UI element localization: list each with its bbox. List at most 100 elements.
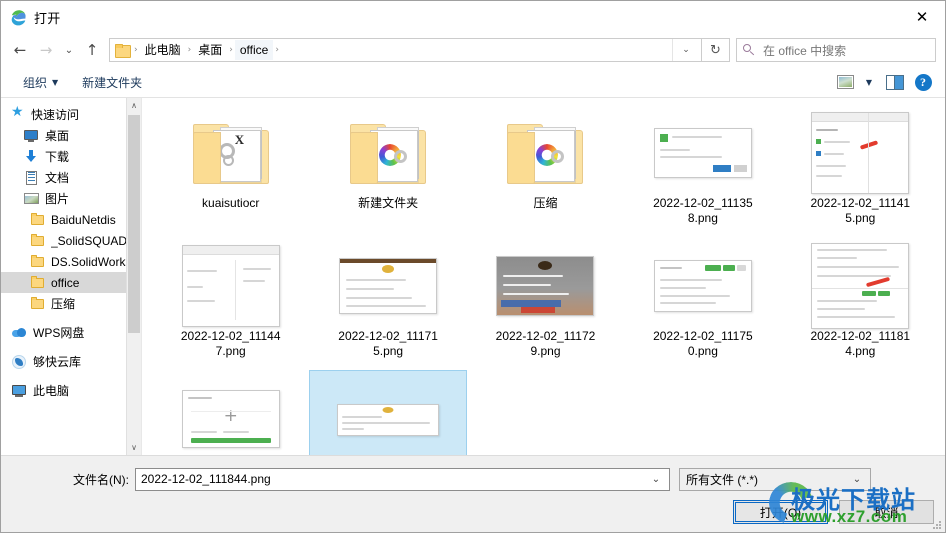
help-icon: ? [914,73,932,91]
file-grid: X kuaisutiocr 新建文件夹 压缩 2022-12-02_111358… [142,98,945,455]
window-title: 打开 [34,10,61,26]
filetype-select[interactable]: 所有文件 (*.*) ⌄ [679,467,871,491]
image-thumbnail [653,128,752,178]
file-name: 2022-12-02_111715.png [338,329,438,358]
sidebar-item-wps-cloud[interactable]: WPS网盘 [1,322,141,343]
folder-icon [29,254,46,270]
file-name: 2022-12-02_111729.png [495,329,596,358]
sidebar-item-quick-access[interactable]: 快速访问 [1,104,141,125]
filename-input[interactable]: 2022-12-02_111844.png ⌄ [135,467,670,491]
navigation-pane: 快速访问 桌面 下载 文档 [1,98,142,455]
download-icon [23,149,40,165]
sidebar-item-goukuai[interactable]: 够快云库 [1,351,141,372]
sidebar-item-ds-solidworks[interactable]: DS.SolidWorks [1,251,141,272]
file-item[interactable]: 2022-12-02_111750.png [624,237,781,370]
pictures-icon [23,191,40,207]
sidebar-item-solidsquad[interactable]: _SolidSQUAD_ [1,230,141,251]
sidebar-item-label: WPS网盘 [33,326,85,340]
new-folder-button[interactable]: 新建文件夹 [76,71,148,94]
image-thumbnail [339,258,438,314]
sidebar-scrollbar[interactable]: ∧ ∨ [126,98,141,455]
cancel-button[interactable]: 取消 [839,500,934,524]
file-item[interactable]: 2022-12-02_111729.png [467,237,624,370]
view-mode-dropdown[interactable]: ▼ [858,71,880,93]
chevron-down-icon[interactable]: ⌄ [645,469,667,490]
file-list-pane: X kuaisutiocr 新建文件夹 压缩 2022-12-02_111358… [142,98,945,455]
preview-pane-icon [886,74,904,90]
file-name: kuaisutiocr [202,196,260,210]
file-thumbnail [309,243,466,329]
file-name: 2022-12-02_111358.png [653,196,753,225]
sidebar-item-baidunetdisk[interactable]: BaiduNetdis [1,209,141,230]
filetype-value: 所有文件 (*.*) [686,472,759,487]
recent-locations-icon[interactable]: ⌄ [59,37,79,63]
file-item[interactable]: 新建文件夹 [309,104,466,237]
folder-icon [29,296,46,312]
file-name: 2022-12-02_111750.png [653,329,753,358]
search-placeholder: 在 office 中搜索 [763,43,847,58]
sidebar-item-office[interactable]: office [1,272,141,293]
chevron-down-icon: ▼ [52,77,59,87]
scroll-down-icon[interactable]: ∨ [127,440,141,455]
sidebar-item-label: 桌面 [45,129,70,143]
view-mode-icon [836,75,854,89]
refresh-icon[interactable]: ↻ [702,38,730,62]
breadcrumb-dropdown-icon[interactable]: ⌄ [672,39,699,61]
breadcrumb-separator: › [134,45,138,55]
sidebar-item-pictures[interactable]: 图片 [1,188,141,209]
sidebar-item-downloads[interactable]: 下载 [1,146,141,167]
file-item[interactable]: 2022-12-02_111447.png [152,237,309,370]
sidebar-item-documents[interactable]: 文档 [1,167,141,188]
file-item[interactable]: 2022-12-02_111814.png [782,237,939,370]
file-name: 2022-12-02_111415.png [810,196,911,225]
scroll-up-icon[interactable]: ∧ [127,98,141,113]
sidebar-list: 快速访问 桌面 下载 文档 [1,98,141,401]
file-thumbnail [467,110,624,196]
file-thumbnail [152,243,309,329]
file-item-selected[interactable]: 2022-12-02_111844.png [309,370,467,455]
sidebar-item-yasuo[interactable]: 压缩 [1,293,141,314]
help-button[interactable]: ? [910,71,936,93]
file-thumbnail [624,110,781,196]
back-icon[interactable]: ← [7,37,33,63]
open-file-dialog: 打开 ✕ ← → ⌄ ↑ › 此电脑 › 桌面 › office › ⌄ ↻ 在… [0,0,946,533]
up-icon[interactable]: ↑ [79,37,105,63]
file-thumbnail [467,243,624,329]
view-mode-button[interactable] [834,71,856,93]
file-item[interactable]: 2022-12-02_111415.png [782,104,939,237]
breadcrumb-item-1[interactable]: 桌面 [193,40,227,60]
star-icon [11,104,26,122]
image-thumbnail [496,256,595,316]
open-button[interactable]: 打开(O) [733,500,828,524]
search-input[interactable]: 在 office 中搜索 [736,38,936,62]
sidebar-item-desktop[interactable]: 桌面 [1,125,141,146]
forward-icon[interactable]: → [33,37,59,63]
breadcrumb-separator: › [275,45,279,55]
file-item[interactable]: 2022-12-02_111358.png [624,104,781,237]
organize-button[interactable]: 组织 ▼ [17,71,64,94]
resize-grip[interactable] [932,520,942,530]
breadcrumb-item-2[interactable]: office [234,40,274,60]
file-name: 新建文件夹 [358,196,419,210]
folder-icon [507,122,584,184]
sidebar-item-label: 下载 [45,150,70,164]
file-item[interactable]: + 2022-12-02_111828.png [152,370,309,455]
breadcrumb-item-0[interactable]: 此电脑 [140,40,186,60]
sidebar-item-this-pc[interactable]: 此电脑 [1,380,141,401]
folder-icon [29,212,46,228]
close-icon[interactable]: ✕ [899,1,945,33]
folder-icon: X [192,122,269,184]
toolbar-right-group: ▼ ? [834,71,936,93]
search-icon [743,43,756,57]
file-item[interactable]: 2022-12-02_111715.png [309,237,466,370]
scrollbar-thumb[interactable] [128,115,140,333]
footer-buttons: 打开(O) 取消 [733,500,934,524]
organize-label: 组织 [23,75,48,90]
breadcrumb[interactable]: › 此电脑 › 桌面 › office › ⌄ [109,38,702,62]
dialog-body: 快速访问 桌面 下载 文档 [1,98,945,455]
file-item[interactable]: X kuaisutiocr [152,104,309,237]
file-item[interactable]: 压缩 [467,104,624,237]
filename-row: 文件名(N): 2022-12-02_111844.png ⌄ 所有文件 (*.… [1,467,945,491]
preview-pane-button[interactable] [882,71,908,93]
filename-value: 2022-12-02_111844.png [141,472,271,486]
